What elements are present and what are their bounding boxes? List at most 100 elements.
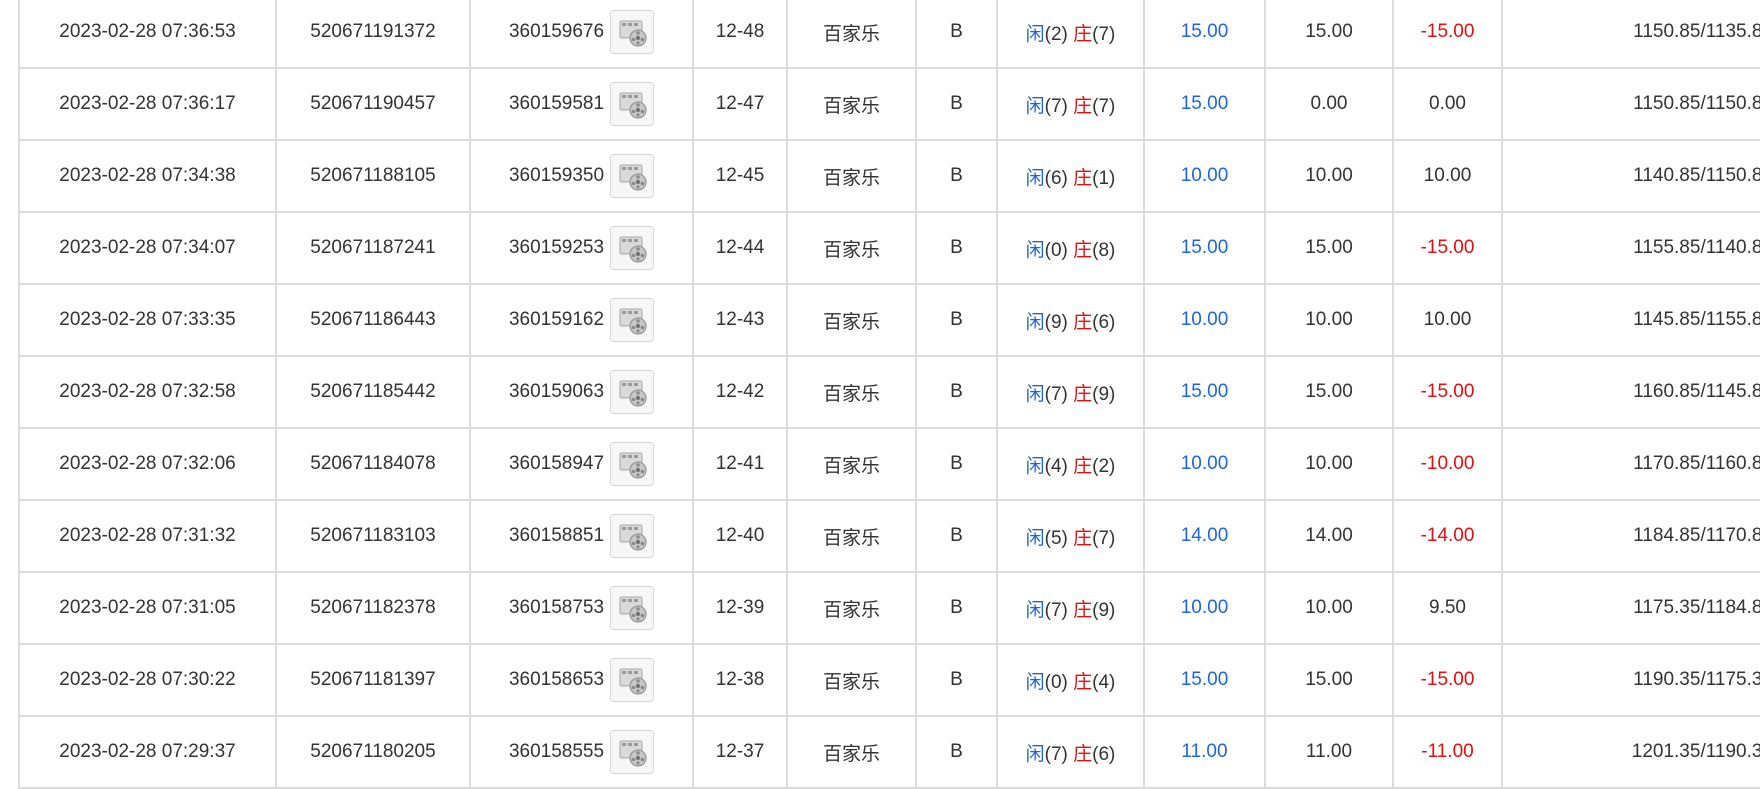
game-type-cell: 百家乐 — [786, 571, 917, 645]
round-cell: 12-40 — [692, 499, 788, 573]
bet-time-cell: 2023-02-28 07:34:38 — [18, 139, 277, 213]
game-id: 360159676 — [508, 21, 605, 42]
balance: 1190.35/1175.35 — [1633, 669, 1760, 690]
video-replay-button[interactable] — [610, 154, 655, 198]
table-cell: B — [915, 139, 998, 213]
player-label: 闲 — [1025, 455, 1045, 477]
game-id: 360158753 — [508, 597, 605, 618]
table-cell: B — [915, 571, 998, 645]
game-type: 百家乐 — [822, 95, 880, 117]
valid-bet-cell: 15.00 — [1264, 211, 1394, 285]
video-replay-button[interactable] — [610, 82, 655, 126]
result: 闲(7) 庄(6) — [1026, 744, 1116, 765]
player-label: 闲 — [1025, 23, 1045, 45]
game-id: 360159162 — [508, 309, 605, 330]
result-cell: 闲(0) 庄(4) — [996, 643, 1145, 717]
video-replay-button[interactable] — [610, 730, 655, 774]
game-type-cell: 百家乐 — [786, 139, 917, 213]
valid-bet-cell: 15.00 — [1264, 0, 1394, 69]
round-cell: 12-48 — [692, 0, 788, 69]
round-number: 12-37 — [715, 741, 765, 762]
order-id-cell: 520671181397 — [275, 643, 471, 717]
video-replay-button[interactable] — [610, 586, 655, 630]
valid-bet: 10.00 — [1305, 309, 1353, 330]
win-loss: 0.00 — [1429, 93, 1466, 114]
table-row: 2023-02-28 07:33:35 520671186443 3601591… — [18, 283, 1760, 357]
table-cell: B — [915, 499, 998, 573]
table-code: B — [950, 669, 963, 690]
bet-amount-cell: 15.00 — [1143, 67, 1266, 141]
order-id-cell: 520671191372 — [275, 0, 471, 69]
video-replay-icon — [619, 740, 647, 767]
valid-bet: 15.00 — [1305, 381, 1353, 402]
bet-time: 2023-02-28 07:34:07 — [59, 237, 236, 258]
bet-amount-cell: 15.00 — [1143, 0, 1266, 69]
round-cell: 12-47 — [692, 67, 788, 141]
video-replay-icon — [619, 92, 647, 119]
game-type-cell: 百家乐 — [786, 427, 917, 501]
balance: 1175.35/1184.85 — [1633, 597, 1760, 618]
result: 闲(6) 庄(1) — [1026, 168, 1116, 189]
round-cell: 12-45 — [692, 139, 788, 213]
bet-time: 2023-02-28 07:31:05 — [59, 597, 236, 618]
banker-label: 庄 — [1073, 239, 1093, 261]
balance: 1145.85/1155.85 — [1633, 309, 1760, 330]
table-code: B — [950, 741, 963, 762]
video-replay-button[interactable] — [610, 442, 655, 486]
table-row: 2023-02-28 07:31:05 520671182378 3601587… — [18, 571, 1760, 645]
result-cell: 闲(7) 庄(6) — [996, 715, 1145, 789]
video-replay-button[interactable] — [610, 514, 655, 558]
valid-bet-cell: 0.00 — [1264, 67, 1394, 141]
video-replay-button[interactable] — [610, 370, 655, 414]
balance: 1160.85/1145.85 — [1633, 381, 1760, 402]
order-id: 520671180205 — [310, 741, 436, 762]
player-points: (4) — [1044, 455, 1068, 477]
balance-cell: 1150.85/1135.85 — [1501, 0, 1760, 69]
video-replay-icon — [619, 20, 647, 47]
table-row: 2023-02-28 07:32:58 520671185442 3601590… — [18, 355, 1760, 429]
banker-points: (7) — [1092, 95, 1116, 117]
balance: 1170.85/1160.85 — [1633, 453, 1760, 474]
round-cell: 12-37 — [692, 715, 788, 789]
video-replay-icon — [619, 236, 647, 263]
player-label: 闲 — [1025, 383, 1045, 405]
player-label: 闲 — [1025, 239, 1045, 261]
win-loss: -11.00 — [1421, 741, 1474, 762]
round-cell: 12-38 — [692, 643, 788, 717]
result-cell: 闲(4) 庄(2) — [996, 427, 1145, 501]
bet-time-cell: 2023-02-28 07:32:06 — [18, 427, 277, 501]
bet-amount-cell: 11.00 — [1143, 715, 1266, 789]
bet-amount: 15.00 — [1180, 237, 1229, 258]
game-id-cell: 360158753 — [469, 571, 694, 645]
game-id-cell: 360159162 — [469, 283, 694, 357]
video-replay-icon — [619, 452, 647, 479]
balance: 1184.85/1170.85 — [1633, 525, 1760, 546]
banker-points: (9) — [1092, 383, 1116, 405]
balance-cell: 1155.85/1140.85 — [1501, 211, 1760, 285]
bet-amount: 14.00 — [1180, 525, 1229, 546]
video-replay-button[interactable] — [610, 658, 655, 702]
game-id: 360159350 — [508, 165, 605, 186]
video-replay-icon — [619, 668, 647, 695]
bet-amount: 10.00 — [1180, 309, 1229, 330]
balance-cell: 1150.85/1150.85 — [1501, 67, 1760, 141]
bet-time: 2023-02-28 07:34:38 — [59, 165, 236, 186]
game-type-cell: 百家乐 — [786, 283, 917, 357]
valid-bet: 14.00 — [1305, 525, 1353, 546]
video-replay-button[interactable] — [610, 298, 655, 342]
result-cell: 闲(6) 庄(1) — [996, 139, 1145, 213]
game-type: 百家乐 — [822, 383, 880, 405]
win-loss-cell: -14.00 — [1392, 499, 1503, 573]
player-points: (7) — [1044, 743, 1068, 765]
round-number: 12-41 — [715, 453, 765, 474]
win-loss: 10.00 — [1423, 165, 1472, 186]
video-replay-button[interactable] — [610, 10, 655, 54]
player-points: (7) — [1044, 383, 1068, 405]
table-code: B — [950, 525, 963, 546]
table-row: 2023-02-28 07:34:07 520671187241 3601592… — [18, 211, 1760, 285]
game-id-cell: 360159350 — [469, 139, 694, 213]
balance-cell: 1140.85/1150.85 — [1501, 139, 1760, 213]
banker-label: 庄 — [1073, 311, 1093, 333]
game-id: 360158947 — [508, 453, 605, 474]
video-replay-button[interactable] — [610, 226, 655, 270]
